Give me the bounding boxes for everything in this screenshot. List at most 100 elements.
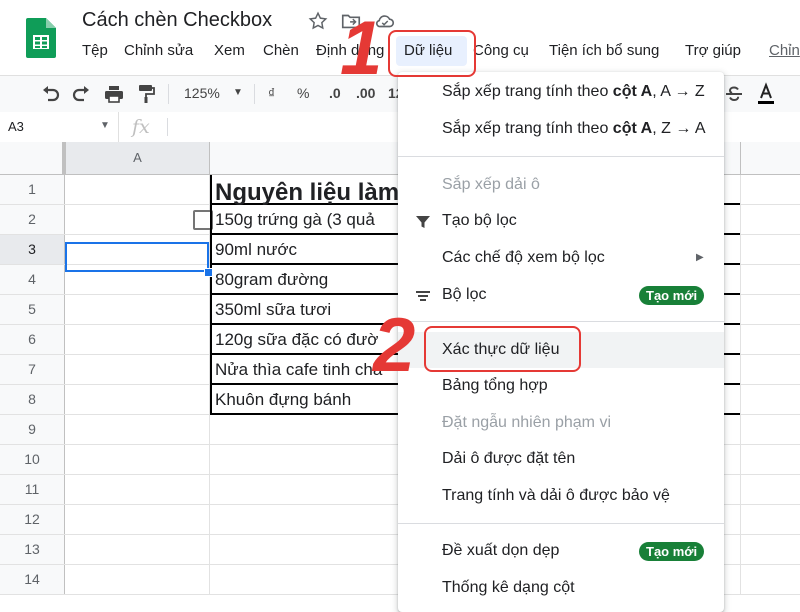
menu-last-edit[interactable]: Chỉn	[769, 42, 800, 59]
toolbar-divider	[254, 84, 255, 104]
cell-a8[interactable]	[65, 385, 210, 414]
menu-item-label: Đề xuất dọn dẹp	[442, 542, 560, 559]
document-title[interactable]: Cách chèn Checkbox	[82, 9, 272, 32]
menu-item-label: Bảng tổng hợp	[442, 377, 548, 394]
name-box-caret-icon[interactable]: ▼	[100, 120, 110, 131]
annotation-highlight-box	[388, 30, 476, 77]
cell-a6[interactable]	[65, 325, 210, 354]
row-header[interactable]: 12	[0, 505, 65, 534]
row-header[interactable]: 1	[0, 175, 65, 204]
cell-text: 120g sữa đặc có đườ	[215, 330, 379, 349]
menu-filter-views[interactable]: Các chế độ xem bộ lọc ▶	[398, 240, 724, 276]
print-icon[interactable]	[102, 82, 126, 106]
cell-a13[interactable]	[65, 535, 210, 564]
row-header[interactable]: 6	[0, 325, 65, 354]
menu-item-label: Thống kê dạng cột	[442, 579, 575, 596]
zoom-caret-icon[interactable]: ▼	[233, 87, 243, 98]
zoom-select[interactable]: 125%	[184, 85, 220, 101]
row-header[interactable]: 11	[0, 475, 65, 504]
redo-icon[interactable]	[70, 82, 94, 106]
cell-a2[interactable]	[65, 205, 213, 234]
cell-text: Khuôn đựng bánh	[215, 390, 352, 409]
formula-divider	[167, 118, 168, 136]
row-header[interactable]: 4	[0, 265, 65, 294]
cell-a1[interactable]	[65, 175, 210, 204]
row-header[interactable]: 14	[0, 565, 65, 594]
paint-format-icon[interactable]	[134, 82, 158, 106]
cell-a12[interactable]	[65, 505, 210, 534]
menu-edit[interactable]: Chỉnh sửa	[124, 42, 193, 59]
name-box-value: A3	[8, 119, 24, 134]
row-header[interactable]: 5	[0, 295, 65, 324]
sheets-logo-icon[interactable]	[26, 18, 56, 58]
menu-insert[interactable]: Chèn	[263, 42, 299, 59]
select-all-corner[interactable]	[0, 142, 65, 174]
column-header-c[interactable]	[741, 142, 800, 174]
name-box[interactable]: A3 ▼	[0, 112, 119, 142]
menu-named-ranges[interactable]: Dải ô được đặt tên	[398, 441, 724, 477]
menu-pivot-table[interactable]: Bảng tổng hợp	[398, 368, 724, 404]
column-header-a[interactable]: A	[66, 142, 210, 174]
menu-item-label: Sắp xếp trang tính theo cột A, Z → A	[442, 120, 706, 137]
menu-item-label: Tạo bộ lọc	[442, 212, 517, 229]
menu-cleanup-suggestions[interactable]: Đề xuất dọn dẹp Tạo mới	[398, 533, 724, 569]
row-header[interactable]: 2	[0, 205, 65, 234]
annotation-step-number: 2	[373, 303, 416, 388]
cell-a5[interactable]	[65, 295, 210, 324]
menu-item-label: Sắp xếp trang tính theo cột A, A → Z	[442, 83, 705, 100]
text-color-icon[interactable]	[754, 82, 778, 106]
submenu-arrow-icon: ▶	[696, 252, 704, 263]
menu-sort-z-a[interactable]: Sắp xếp trang tính theo cột A, Z → A	[398, 111, 724, 147]
cell-a10[interactable]	[65, 445, 210, 474]
menu-file[interactable]: Tệp	[82, 42, 108, 59]
menu-column-stats[interactable]: Thống kê dạng cột	[398, 570, 724, 606]
menu-help[interactable]: Trợ giúp	[685, 42, 741, 59]
cell-text: 350ml sữa tươi	[215, 300, 332, 319]
cell-text: 150g trứng gà (3 quả	[215, 210, 375, 229]
row-header[interactable]: 8	[0, 385, 65, 414]
row-header[interactable]: 9	[0, 415, 65, 444]
menu-create-filter[interactable]: Tạo bộ lọc	[398, 203, 724, 239]
cell-text: 80gram đường	[215, 270, 329, 289]
active-cell-selection	[65, 242, 209, 272]
cell-a7[interactable]	[65, 355, 210, 384]
slicer-icon	[415, 288, 431, 304]
menu-addons[interactable]: Tiện ích bổ sung	[549, 42, 659, 59]
menu-divider	[398, 523, 724, 524]
star-icon[interactable]	[307, 10, 329, 32]
menu-divider	[398, 321, 724, 322]
new-badge: Tạo mới	[639, 286, 705, 305]
fill-handle[interactable]	[204, 268, 213, 277]
menu-item-label: Bộ lọc	[442, 286, 487, 303]
cell-a9[interactable]	[65, 415, 210, 444]
menu-protected-ranges[interactable]: Trang tính và dải ô được bảo vệ	[398, 478, 724, 514]
undo-icon[interactable]	[38, 82, 62, 106]
decrease-decimal-button[interactable]: .0	[329, 85, 341, 101]
menu-sort-a-z[interactable]: Sắp xếp trang tính theo cột A, A → Z	[398, 74, 724, 110]
menu-slicer[interactable]: Bộ lọc Tạo mới	[398, 277, 724, 313]
menu-item-label: Dải ô được đặt tên	[442, 450, 576, 467]
row-header[interactable]: 10	[0, 445, 65, 474]
cell-text: 90ml nước	[215, 240, 298, 259]
menu-item-label: Sắp xếp dải ô	[442, 176, 540, 193]
row-header[interactable]: 13	[0, 535, 65, 564]
menu-randomize-range: Đặt ngẫu nhiên phạm vi	[398, 405, 724, 441]
filter-icon	[415, 214, 431, 230]
menu-tools[interactable]: Công cụ	[473, 42, 529, 59]
strikethrough-icon[interactable]	[722, 82, 746, 106]
annotation-highlight-box	[424, 326, 581, 372]
percent-format-button[interactable]: %	[297, 85, 309, 101]
new-badge: Tạo mới	[639, 542, 705, 561]
annotation-step-number: 1	[340, 6, 383, 91]
menu-item-label: Các chế độ xem bộ lọc	[442, 249, 605, 266]
fx-icon: fx	[132, 116, 150, 138]
row-header[interactable]: 7	[0, 355, 65, 384]
row-header[interactable]: 3	[0, 235, 65, 264]
cell-a14[interactable]	[65, 565, 210, 594]
currency-format-button[interactable]: ₫	[268, 85, 275, 101]
cell-text: Nửa thìa cafe tinh chấ	[215, 360, 383, 379]
toolbar-divider	[168, 84, 169, 104]
cell-a11[interactable]	[65, 475, 210, 504]
menu-view[interactable]: Xem	[214, 42, 245, 59]
menu-divider	[398, 156, 724, 157]
